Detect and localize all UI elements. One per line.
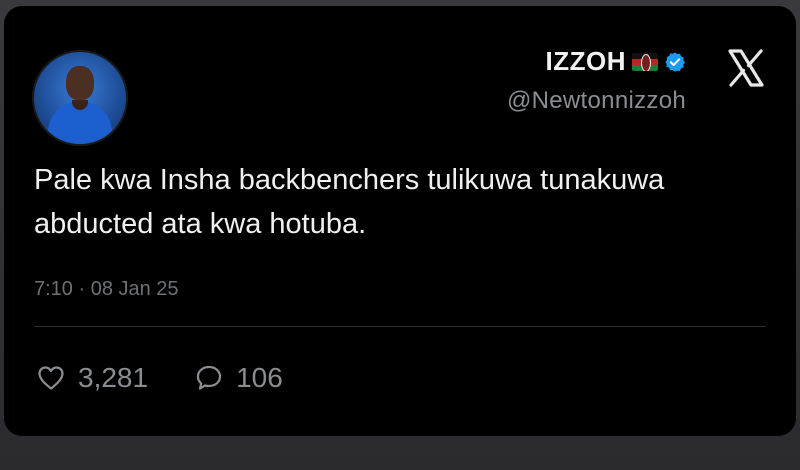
avatar[interactable] bbox=[32, 50, 128, 146]
avatar-head bbox=[66, 66, 94, 100]
author-block[interactable]: IZZOH @Newtonnizzoh bbox=[507, 46, 686, 115]
tweet-card[interactable]: IZZOH @Newtonnizzoh Pale kwa Insha backb… bbox=[4, 6, 796, 436]
reply-count: 106 bbox=[236, 362, 283, 393]
tweet-actions: 3,281 106 bbox=[36, 362, 329, 394]
tweet-text: Pale kwa Insha backbenchers tulikuwa tun… bbox=[34, 164, 665, 240]
display-name[interactable]: IZZOH bbox=[546, 46, 627, 77]
display-name-row: IZZOH bbox=[507, 46, 686, 77]
tweet-timestamp[interactable]: 7:10 · 08 Jan 25 bbox=[34, 278, 179, 301]
kenya-flag-icon bbox=[632, 52, 658, 71]
divider bbox=[34, 326, 766, 327]
like-button[interactable]: 3,281 bbox=[36, 362, 148, 394]
screenshot-frame: IZZOH @Newtonnizzoh Pale kwa Insha backb… bbox=[0, 0, 800, 470]
verified-badge-icon bbox=[664, 51, 686, 73]
x-logo-icon bbox=[724, 46, 768, 90]
like-count: 3,281 bbox=[78, 362, 149, 393]
reply-button[interactable]: 106 bbox=[194, 362, 283, 394]
heart-icon bbox=[38, 366, 64, 390]
username[interactable]: @Newtonnizzoh bbox=[507, 87, 686, 115]
reply-bubble-icon bbox=[196, 365, 222, 390]
